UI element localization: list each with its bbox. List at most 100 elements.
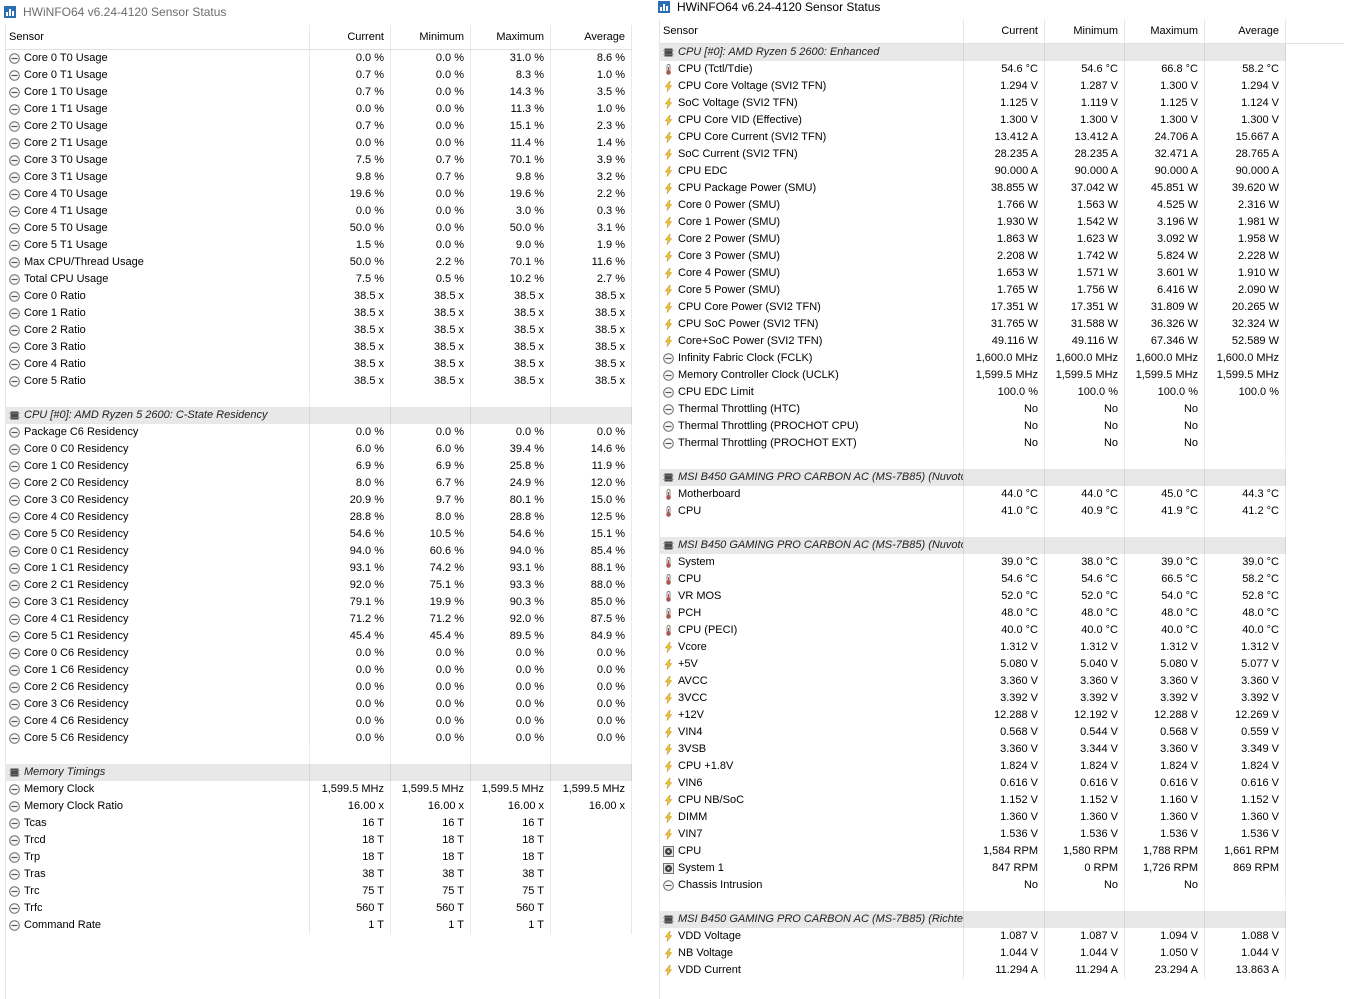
sensor-row[interactable]: Core 0 C0 Residency 6.0 % 6.0 % 39.4 % 14.6 … xyxy=(6,441,632,458)
sensor-row[interactable]: Core 5 C1 Residency 45.4 % 45.4 % 89.5 % 84.… xyxy=(6,628,632,645)
sensor-row[interactable]: Core 1 C0 Residency 6.9 % 6.9 % 25.8 % 11.9 … xyxy=(6,458,632,475)
sensor-row[interactable]: VDD Current 11.294 A 11.294 A 23.294 A 13.86… xyxy=(660,962,1344,979)
sensor-row[interactable]: Core 3 C6 Residency 0.0 % 0.0 % 0.0 % 0.0 % xyxy=(6,696,632,713)
sensor-row[interactable]: +12V 12.288 V 12.192 V 12.288 V 12.269 V xyxy=(660,707,1344,724)
sensor-row[interactable]: Core 3 C0 Residency 20.9 % 9.7 % 80.1 % 15.0… xyxy=(6,492,632,509)
sensor-row[interactable]: Total CPU Usage 7.5 % 0.5 % 10.2 % 2.7 % xyxy=(6,271,632,288)
sensor-row[interactable]: SoC Current (SVI2 TFN) 28.235 A 28.235 A 32… xyxy=(660,146,1344,163)
group-header-row[interactable]: Memory Timings xyxy=(6,764,632,781)
title-bar[interactable]: HWiNFO64 v6.24-4120 Sensor Status xyxy=(654,0,1352,18)
sensor-row[interactable]: Memory Clock Ratio 16.00 x 16.00 x 16.00 x1… xyxy=(6,798,632,815)
sensor-row[interactable]: Chassis Intrusion No No No xyxy=(660,877,1344,894)
sensor-row[interactable]: Memory Clock 1,599.5 MHz 1,599.5 MHz 1,599.… xyxy=(6,781,632,798)
sensor-row[interactable]: 3VCC 3.392 V 3.392 V 3.392 V 3.392 V xyxy=(660,690,1344,707)
header-sensor[interactable]: Sensor xyxy=(660,19,964,43)
sensor-row[interactable]: CPU EDC Limit 100.0 % 100.0 % 100.0 % 100.0 … xyxy=(660,384,1344,401)
sensor-row[interactable]: Trcd 18 T 18 T 18 T xyxy=(6,832,632,849)
sensor-row[interactable]: Core 4 C0 Residency 28.8 % 8.0 % 28.8 % 12.5… xyxy=(6,509,632,526)
sensor-row[interactable]: Thermal Throttling (HTC) No No No xyxy=(660,401,1344,418)
sensor-row[interactable]: Core 0 Ratio 38.5 x 38.5 x 38.5 x 38.5 x xyxy=(6,288,632,305)
sensor-row[interactable]: Core 5 C6 Residency 0.0 % 0.0 % 0.0 % 0.0 % xyxy=(6,730,632,747)
sensor-row[interactable]: Core 2 Ratio 38.5 x 38.5 x 38.5 x 38.5 x xyxy=(6,322,632,339)
sensor-row[interactable]: PCH 48.0 °C 48.0 °C 48.0 °C 48.0 °C xyxy=(660,605,1344,622)
sensor-row[interactable]: Core 2 T1 Usage 0.0 % 0.0 % 11.4 % 1.4 % xyxy=(6,135,632,152)
header-average[interactable]: Average xyxy=(551,25,632,49)
sensor-row[interactable]: Core 1 Ratio 38.5 x 38.5 x 38.5 x 38.5 x xyxy=(6,305,632,322)
group-header-row[interactable]: MSI B450 GAMING PRO CARBON AC (MS-7B85) … xyxy=(660,469,1344,486)
sensor-row[interactable]: Core 5 Ratio 38.5 x 38.5 x 38.5 x 38.5 x xyxy=(6,373,632,390)
group-header-row[interactable]: CPU [#0]: AMD Ryzen 5 2600: C-State Resi… xyxy=(6,407,632,424)
sensor-row[interactable]: CPU 41.0 °C 40.9 °C 41.9 °C 41.2 °C xyxy=(660,503,1344,520)
header-average[interactable]: Average xyxy=(1205,19,1286,43)
sensor-row[interactable]: Core 3 T1 Usage 9.8 % 0.7 % 9.8 % 3.2 % xyxy=(6,169,632,186)
sensor-row[interactable]: CPU NB/SoC 1.152 V 1.152 V 1.160 V 1.152 V xyxy=(660,792,1344,809)
sensor-row[interactable]: Trp 18 T 18 T 18 T xyxy=(6,849,632,866)
sensor-row[interactable]: CPU (PECI) 40.0 °C 40.0 °C 40.0 °C 40.0 °C xyxy=(660,622,1344,639)
sensor-row[interactable]: VDD Voltage 1.087 V 1.087 V 1.094 V 1.088 V xyxy=(660,928,1344,945)
sensor-row[interactable]: Memory Controller Clock (UCLK) 1,599.5 MH… xyxy=(660,367,1344,384)
sensor-row[interactable]: SoC Voltage (SVI2 TFN) 1.125 V 1.119 V 1.12… xyxy=(660,95,1344,112)
sensor-row[interactable]: Core 1 C6 Residency 0.0 % 0.0 % 0.0 % 0.0 % xyxy=(6,662,632,679)
header-current[interactable]: Current xyxy=(964,19,1045,43)
sensor-row[interactable]: Core 5 C0 Residency 54.6 % 10.5 % 54.6 % 15.… xyxy=(6,526,632,543)
header-maximum[interactable]: Maximum xyxy=(1125,19,1205,43)
sensor-row[interactable]: Core 2 T0 Usage 0.7 % 0.0 % 15.1 % 2.3 % xyxy=(6,118,632,135)
sensor-row[interactable]: Core 5 T1 Usage 1.5 % 0.0 % 9.0 % 1.9 % xyxy=(6,237,632,254)
sensor-row[interactable]: Core 4 C1 Residency 71.2 % 71.2 % 92.0 % 87.… xyxy=(6,611,632,628)
group-header-row[interactable]: MSI B450 GAMING PRO CARBON AC (MS-7B85) … xyxy=(660,537,1344,554)
sensor-row[interactable]: Core 2 C0 Residency 8.0 % 6.7 % 24.9 % 12.0 … xyxy=(6,475,632,492)
sensor-row[interactable]: Core 1 Power (SMU) 1.930 W 1.542 W 3.196 W1… xyxy=(660,214,1344,231)
sensor-row[interactable]: Trc 75 T 75 T 75 T xyxy=(6,883,632,900)
sensor-row[interactable]: Trfc 560 T 560 T 560 T xyxy=(6,900,632,917)
sensor-row[interactable]: Core 0 C1 Residency 94.0 % 60.6 % 94.0 % 85.… xyxy=(6,543,632,560)
sensor-row[interactable]: Infinity Fabric Clock (FCLK) 1,600.0 MHz 1… xyxy=(660,350,1344,367)
sensor-row[interactable]: System 39.0 °C 38.0 °C 39.0 °C 39.0 °C xyxy=(660,554,1344,571)
sensor-row[interactable]: Core 3 C1 Residency 79.1 % 19.9 % 90.3 % 85.… xyxy=(6,594,632,611)
sensor-row[interactable]: Core 5 Power (SMU) 1.765 W 1.756 W 6.416 W2… xyxy=(660,282,1344,299)
sensor-row[interactable]: CPU EDC 90.000 A 90.000 A 90.000 A 90.000 A xyxy=(660,163,1344,180)
sensor-row[interactable]: Thermal Throttling (PROCHOT EXT) No No No xyxy=(660,435,1344,452)
sensor-row[interactable]: Max CPU/Thread Usage 50.0 % 2.2 % 70.1 % 11.… xyxy=(6,254,632,271)
sensor-row[interactable]: Core 4 C6 Residency 0.0 % 0.0 % 0.0 % 0.0 % xyxy=(6,713,632,730)
sensor-row[interactable]: Core 5 T0 Usage 50.0 % 0.0 % 50.0 % 3.1 % xyxy=(6,220,632,237)
sensor-row[interactable]: CPU Core Power (SVI2 TFN) 17.351 W 17.351 … xyxy=(660,299,1344,316)
sensor-row[interactable]: CPU Package Power (SMU) 38.855 W 37.042 W4… xyxy=(660,180,1344,197)
sensor-row[interactable]: CPU Core Voltage (SVI2 TFN) 1.294 V 1.287 … xyxy=(660,78,1344,95)
sensor-row[interactable]: Core 4 Power (SMU) 1.653 W 1.571 W 3.601 W1… xyxy=(660,265,1344,282)
sensor-row[interactable]: VR MOS 52.0 °C 52.0 °C 54.0 °C 52.8 °C xyxy=(660,588,1344,605)
sensor-row[interactable]: VIN6 0.616 V 0.616 V 0.616 V 0.616 V xyxy=(660,775,1344,792)
sensor-row[interactable]: VIN4 0.568 V 0.544 V 0.568 V 0.559 V xyxy=(660,724,1344,741)
sensor-row[interactable]: Core 3 Power (SMU) 2.208 W 1.742 W 5.824 W2… xyxy=(660,248,1344,265)
sensor-row[interactable]: Core 4 T1 Usage 0.0 % 0.0 % 3.0 % 0.3 % xyxy=(6,203,632,220)
sensor-row[interactable]: CPU 1,584 RPM 1,580 RPM 1,788 RPM 1,661 RPM xyxy=(660,843,1344,860)
sensor-row[interactable]: Motherboard 44.0 °C 44.0 °C 45.0 °C 44.3 °C xyxy=(660,486,1344,503)
sensor-row[interactable]: Core 0 T0 Usage 0.0 % 0.0 % 31.0 % 8.6 % xyxy=(6,50,632,67)
sensor-row[interactable]: Core 2 C6 Residency 0.0 % 0.0 % 0.0 % 0.0 % xyxy=(6,679,632,696)
sensor-row[interactable]: System 1 847 RPM 0 RPM 1,726 RPM 869 RPM xyxy=(660,860,1344,877)
header-minimum[interactable]: Minimum xyxy=(1045,19,1125,43)
sensor-row[interactable]: Command Rate 1 T1 T1 T xyxy=(6,917,632,934)
sensor-row[interactable]: AVCC 3.360 V 3.360 V 3.360 V 3.360 V xyxy=(660,673,1344,690)
sensor-row[interactable]: Core 3 Ratio 38.5 x 38.5 x 38.5 x 38.5 x xyxy=(6,339,632,356)
title-bar[interactable]: HWiNFO64 v6.24-4120 Sensor Status xyxy=(0,0,640,25)
header-sensor[interactable]: Sensor xyxy=(6,25,310,49)
sensor-row[interactable]: Thermal Throttling (PROCHOT CPU) No No No xyxy=(660,418,1344,435)
sensor-row[interactable]: Package C6 Residency 0.0 % 0.0 % 0.0 % 0.0 % xyxy=(6,424,632,441)
sensor-row[interactable]: Core 4 Ratio 38.5 x 38.5 x 38.5 x 38.5 x xyxy=(6,356,632,373)
sensor-row[interactable]: Core 0 Power (SMU) 1.766 W 1.563 W 4.525 W2… xyxy=(660,197,1344,214)
sensor-row[interactable]: Core 1 C1 Residency 93.1 % 74.2 % 93.1 % 88.… xyxy=(6,560,632,577)
sensor-row[interactable]: 3VSB 3.360 V 3.344 V 3.360 V 3.349 V xyxy=(660,741,1344,758)
sensor-row[interactable]: +5V 5.080 V 5.040 V 5.080 V 5.077 V xyxy=(660,656,1344,673)
sensor-row[interactable]: Core 3 T0 Usage 7.5 % 0.7 % 70.1 % 3.9 % xyxy=(6,152,632,169)
sensor-row[interactable]: Core 0 T1 Usage 0.7 % 0.0 % 8.3 % 1.0 % xyxy=(6,67,632,84)
sensor-row[interactable]: NB Voltage 1.044 V 1.044 V 1.050 V 1.044 V xyxy=(660,945,1344,962)
sensor-row[interactable]: Core 4 T0 Usage 19.6 % 0.0 % 19.6 % 2.2 % xyxy=(6,186,632,203)
header-maximum[interactable]: Maximum xyxy=(471,25,551,49)
sensor-row[interactable]: Core 2 C1 Residency 92.0 % 75.1 % 93.3 % 88.… xyxy=(6,577,632,594)
sensor-row[interactable]: CPU Core VID (Effective) 1.300 V 1.300 V 1.… xyxy=(660,112,1344,129)
sensor-row[interactable]: Core+SoC Power (SVI2 TFN) 49.116 W 49.116 … xyxy=(660,333,1344,350)
sensor-row[interactable]: VIN7 1.536 V 1.536 V 1.536 V 1.536 V xyxy=(660,826,1344,843)
group-header-row[interactable]: MSI B450 GAMING PRO CARBON AC (MS-7B85) … xyxy=(660,911,1344,928)
sensor-row[interactable]: DIMM 1.360 V 1.360 V 1.360 V 1.360 V xyxy=(660,809,1344,826)
sensor-row[interactable]: CPU 54.6 °C 54.6 °C 66.5 °C 58.2 °C xyxy=(660,571,1344,588)
